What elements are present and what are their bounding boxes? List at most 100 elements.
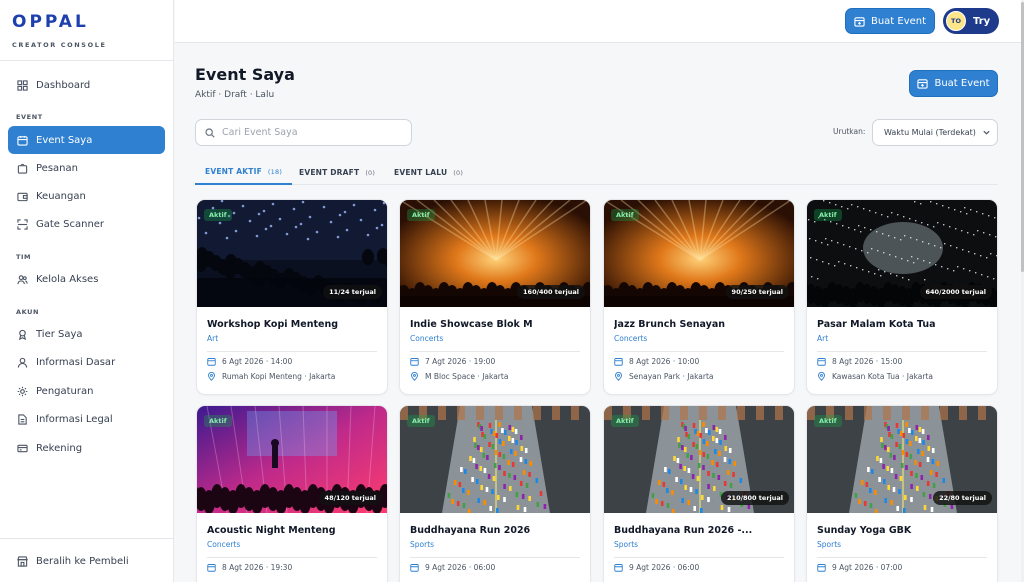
sidebar-item-label: Dashboard xyxy=(36,79,91,91)
event-category: Sports xyxy=(614,540,639,549)
event-image[interactable]: Aktif 640/2000 terjual xyxy=(807,200,997,307)
sidebar-item-informasi-legal[interactable]: Informasi Legal xyxy=(8,405,165,433)
tab-label: EVENT LALU xyxy=(394,168,448,177)
tab-label: EVENT AKTIF xyxy=(205,167,262,176)
divider xyxy=(817,351,987,352)
event-title[interactable]: Sunday Yoga GBK xyxy=(817,525,989,536)
sidebar-footer: Beralih ke Pembeli xyxy=(0,538,174,582)
switch-to-buyer-button[interactable]: Beralih ke Pembeli xyxy=(8,547,165,575)
user-menu[interactable]: TO Try xyxy=(943,8,999,34)
divider xyxy=(614,351,784,352)
event-image[interactable]: Aktif 90/250 terjual xyxy=(604,200,794,307)
location-pin-icon xyxy=(615,372,622,381)
brand: OPPAL CREATOR CONSOLE xyxy=(0,0,173,61)
event-category: Sports xyxy=(817,540,842,549)
status-badge: Aktif xyxy=(204,415,232,427)
tab-event-draft[interactable]: EVENT DRAFT (0) xyxy=(299,160,375,185)
create-event-label: Buat Event xyxy=(870,15,927,27)
sold-count-badge: 90/250 terjual xyxy=(725,285,789,299)
sort-select[interactable]: Waktu Mulai (Terdekat) xyxy=(872,119,998,146)
event-date: 8 Agt 2026 · 19:30 xyxy=(207,563,292,572)
scan-icon xyxy=(16,218,28,230)
sidebar-item-event-saya[interactable]: Event Saya xyxy=(8,126,165,154)
location-pin-icon xyxy=(411,372,418,381)
calendar-icon xyxy=(614,358,623,366)
tab-count: (0) xyxy=(365,168,376,177)
event-date-text: 8 Agt 2026 · 19:30 xyxy=(222,563,293,572)
bag-icon xyxy=(16,162,28,174)
tab-event-lalu[interactable]: EVENT LALU (0) xyxy=(394,160,463,185)
event-location-text: Kawasan Kota Tua · Jakarta xyxy=(832,372,933,381)
sidebar-item-label: Pengaturan xyxy=(36,385,94,397)
search-input[interactable] xyxy=(222,127,402,138)
brand-subtitle: CREATOR CONSOLE xyxy=(12,41,107,49)
oppal-logo[interactable]: OPPAL xyxy=(12,12,161,32)
status-badge: Aktif xyxy=(407,209,435,221)
create-event-button[interactable]: Buat Event xyxy=(909,70,998,97)
event-date: 8 Agt 2026 · 10:00 xyxy=(614,357,699,366)
sort-label: Urutkan: xyxy=(833,127,866,136)
sidebar-item-gate-scanner[interactable]: Gate Scanner xyxy=(8,210,165,238)
divider xyxy=(410,557,580,558)
event-location: Senayan Park · Jakarta xyxy=(614,372,714,381)
calendar-icon xyxy=(817,358,826,366)
event-image[interactable]: Aktif 160/400 terjual xyxy=(400,200,590,307)
event-image[interactable]: Aktif 22/80 terjual xyxy=(807,406,997,513)
divider xyxy=(817,557,987,558)
event-card[interactable]: Aktif 640/2000 terjual Pasar Malam Kota Tu… xyxy=(806,199,998,395)
status-badge: Aktif xyxy=(611,209,639,221)
event-location: M Bloc Space · Jakarta xyxy=(410,372,508,381)
sidebar-item-informasi-dasar[interactable]: Informasi Dasar xyxy=(8,348,165,376)
event-image[interactable]: Aktif 11/24 terjual xyxy=(197,200,387,307)
search-icon xyxy=(205,127,215,138)
event-title[interactable]: Workshop Kopi Menteng xyxy=(207,319,379,330)
calendar-plus-icon xyxy=(854,16,865,27)
sidebar-item-tier-saya[interactable]: Tier Saya xyxy=(8,320,165,348)
sidebar-item-pesanan[interactable]: Pesanan xyxy=(8,154,165,182)
event-image[interactable]: Aktif 210/800 terjual xyxy=(604,406,794,513)
sidebar-item-keuangan[interactable]: Keuangan xyxy=(8,182,165,210)
event-card[interactable]: Aktif 160/400 terjual Indie Showcase Blok … xyxy=(399,199,591,395)
sidebar-item-label: Informasi Dasar xyxy=(36,356,116,368)
tab-event-aktif[interactable]: EVENT AKTIF (18) xyxy=(195,160,293,185)
card-icon xyxy=(16,442,28,454)
divider xyxy=(614,557,784,558)
event-title[interactable]: Pasar Malam Kota Tua xyxy=(817,319,989,330)
sidebar-item-rekening[interactable]: Rekening xyxy=(8,434,165,462)
event-card[interactable]: Aktif 210/800 terjual Buddhayana Run 2026 … xyxy=(603,405,795,582)
event-card[interactable]: Aktif Buddhayana Run 2026 Sports 9 Agt 2026… xyxy=(399,405,591,582)
status-badge: Aktif xyxy=(814,415,842,427)
event-card[interactable]: Aktif 48/120 terjual Acoustic Night Menten… xyxy=(196,405,388,582)
sold-count-badge: 160/400 terjual xyxy=(517,285,585,299)
event-card[interactable]: Aktif 90/250 terjual Jazz Brunch Senayan Co… xyxy=(603,199,795,395)
location-pin-icon xyxy=(818,372,825,381)
event-title[interactable]: Buddhayana Run 2026 -... xyxy=(614,525,786,536)
sold-count-badge: 22/80 terjual xyxy=(933,491,992,505)
event-title[interactable]: Buddhayana Run 2026 xyxy=(410,525,582,536)
sidebar-item-label: Event Saya xyxy=(36,134,93,146)
sidebar-item-pengaturan[interactable]: Pengaturan xyxy=(8,377,165,405)
sidebar-footer-label: Beralih ke Pembeli xyxy=(36,555,129,567)
event-category: Sports xyxy=(410,540,435,549)
event-card[interactable]: Aktif 11/24 terjual Workshop Kopi Menteng A… xyxy=(196,199,388,395)
user-icon xyxy=(16,356,28,368)
event-date-text: 9 Agt 2026 · 06:00 xyxy=(425,563,496,572)
sidebar-item-label: Rekening xyxy=(36,442,83,454)
event-image[interactable]: Aktif 48/120 terjual xyxy=(197,406,387,513)
divider xyxy=(410,351,580,352)
event-title[interactable]: Acoustic Night Menteng xyxy=(207,525,379,536)
sidebar-item-dashboard[interactable]: Dashboard xyxy=(8,71,165,99)
event-image[interactable]: Aktif xyxy=(400,406,590,513)
user-name: Try xyxy=(973,15,991,27)
calendar-icon xyxy=(410,358,419,366)
event-title[interactable]: Jazz Brunch Senayan xyxy=(614,319,786,330)
topbar-create-event-button[interactable]: Buat Event xyxy=(845,8,935,34)
status-badge: Aktif xyxy=(407,415,435,427)
calendar-icon xyxy=(817,564,826,572)
divider xyxy=(207,557,377,558)
sidebar-item-kelola-akses[interactable]: Kelola Akses xyxy=(8,265,165,293)
event-card[interactable]: Aktif 22/80 terjual Sunday Yoga GBK Sports 9… xyxy=(806,405,998,582)
event-title[interactable]: Indie Showcase Blok M xyxy=(410,319,582,330)
sold-count-badge: 640/2000 terjual xyxy=(919,285,992,299)
event-location-text: M Bloc Space · Jakarta xyxy=(425,372,509,381)
